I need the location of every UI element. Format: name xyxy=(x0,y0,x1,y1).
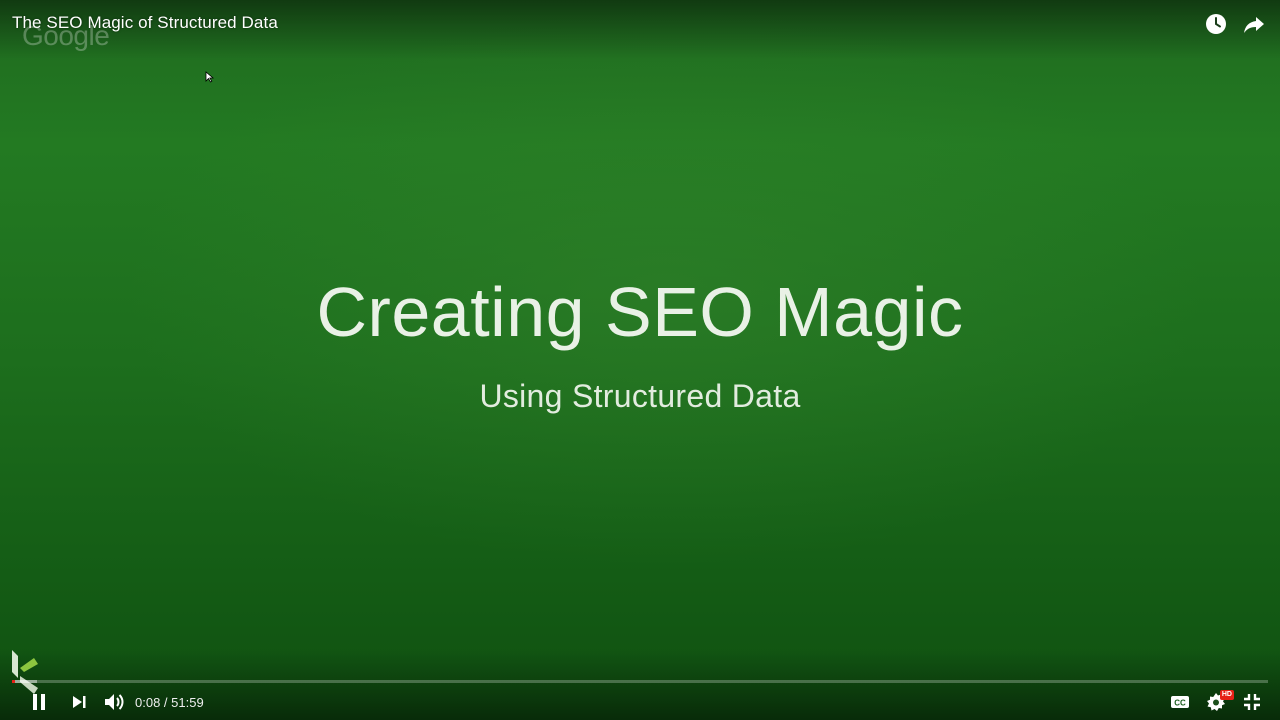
time-display: 0:08 / 51:59 xyxy=(135,695,204,710)
duration: 51:59 xyxy=(171,694,204,710)
pause-icon xyxy=(33,694,45,710)
share-arrow-icon[interactable] xyxy=(1242,12,1266,36)
progress-loaded xyxy=(12,680,37,683)
time-separator: / xyxy=(160,694,172,710)
volume-button[interactable] xyxy=(101,688,129,716)
slide-title: Creating SEO Magic xyxy=(316,273,964,351)
next-button[interactable] xyxy=(65,688,93,716)
cc-icon: CC xyxy=(1171,696,1189,708)
clock-icon[interactable] xyxy=(1204,12,1228,36)
video-frame[interactable] xyxy=(0,0,1280,720)
hd-badge: HD xyxy=(1219,690,1234,700)
exit-fullscreen-icon xyxy=(1244,694,1260,710)
volume-icon xyxy=(105,694,124,710)
progress-played xyxy=(12,680,15,683)
player-controls: 0:08 / 51:59 CC HD xyxy=(0,686,1280,718)
current-time: 0:08 xyxy=(135,694,161,710)
next-icon xyxy=(73,696,86,708)
exit-fullscreen-button[interactable] xyxy=(1238,688,1266,716)
video-title[interactable]: The SEO Magic of Structured Data xyxy=(12,13,278,33)
settings-button[interactable]: HD xyxy=(1202,688,1234,716)
right-controls: CC HD xyxy=(1166,686,1266,718)
progress-bar[interactable] xyxy=(12,680,1268,683)
svg-text:CC: CC xyxy=(1174,699,1186,708)
captions-button[interactable]: CC xyxy=(1166,688,1194,716)
slide-subtitle: Using Structured Data xyxy=(479,378,801,414)
top-actions xyxy=(1204,12,1266,36)
pause-button[interactable] xyxy=(25,688,53,716)
mouse-cursor-icon xyxy=(205,71,215,83)
